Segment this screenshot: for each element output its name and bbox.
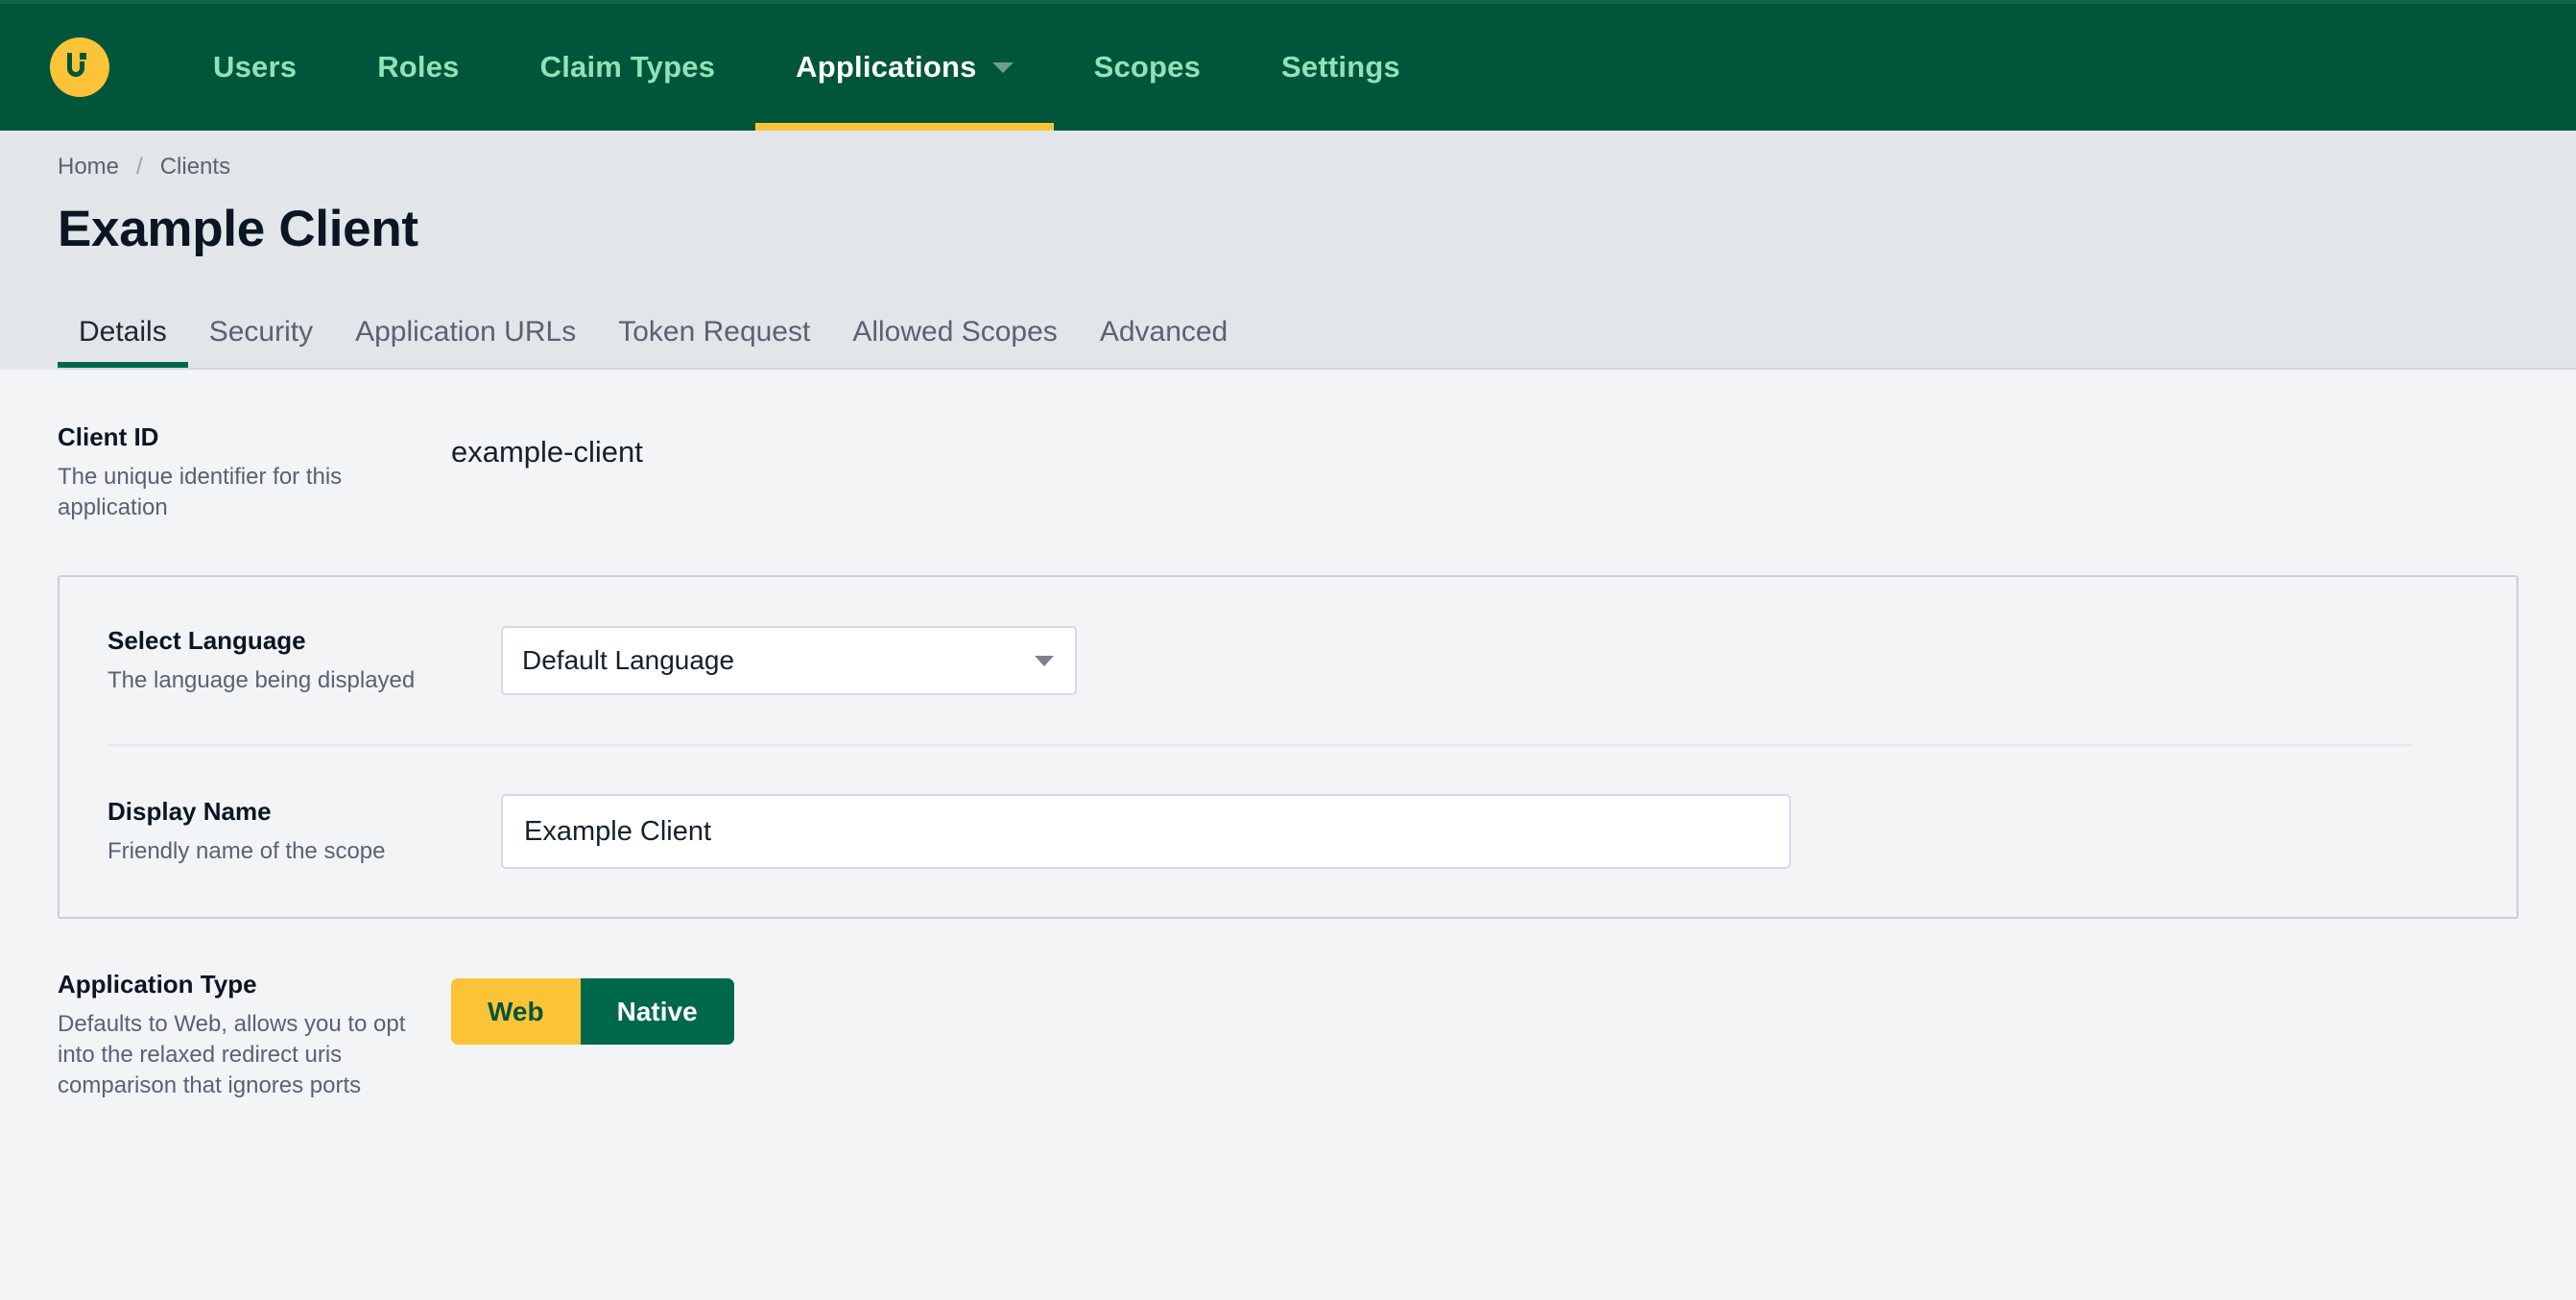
details-tab-content: Client ID The unique identifier for this…: [0, 370, 2576, 1287]
tab-advanced[interactable]: Advanced: [1079, 316, 1249, 368]
primary-nav-items: Users Roles Claim Types Applications Sco…: [173, 4, 1441, 131]
field-label: Select Language: [107, 626, 306, 656]
tab-label: Application URLs: [355, 316, 577, 348]
tab-label: Advanced: [1099, 316, 1228, 348]
breadcrumb-item-clients[interactable]: Clients: [160, 154, 230, 181]
nav-item-roles[interactable]: Roles: [337, 4, 499, 131]
field-label-column: Application Type Defaults to Web, allows…: [58, 969, 451, 1102]
field-description: The unique identifier for this applicati…: [58, 463, 343, 520]
localization-panel: Select Language The language being displ…: [58, 575, 2518, 920]
tab-token-request[interactable]: Token Request: [597, 316, 831, 368]
brand-logo[interactable]: [50, 37, 109, 97]
breadcrumb-item-home[interactable]: Home: [58, 154, 119, 181]
tab-security[interactable]: Security: [188, 316, 334, 368]
nav-item-claim-types[interactable]: Claim Types: [500, 4, 756, 131]
tab-application-urls[interactable]: Application URLs: [334, 316, 597, 368]
page-title: Example Client: [58, 201, 418, 257]
field-select-language: Select Language The language being displ…: [107, 577, 2469, 744]
brand-logo-icon: [67, 53, 86, 77]
field-label-column: Display Name Friendly name of the scope: [107, 796, 501, 867]
tab-label: Token Request: [618, 316, 811, 348]
field-client-id: Client ID The unique identifier for this…: [58, 370, 2518, 523]
display-name-input[interactable]: [501, 794, 1791, 870]
tab-label: Details: [79, 316, 167, 348]
language-select-value: Default Language: [522, 645, 735, 676]
nav-item-label: Users: [213, 50, 298, 84]
field-label-column: Select Language The language being displ…: [107, 625, 501, 696]
toggle-option-native[interactable]: Native: [580, 978, 734, 1046]
nav-item-users[interactable]: Users: [173, 4, 337, 131]
nav-item-label: Settings: [1281, 50, 1400, 84]
nav-item-scopes[interactable]: Scopes: [1054, 4, 1241, 131]
nav-item-label: Scopes: [1093, 50, 1202, 84]
field-label: Application Type: [58, 970, 257, 999]
top-navigation-bar: Users Roles Claim Types Applications Sco…: [0, 0, 2576, 131]
nav-item-label: Claim Types: [539, 50, 716, 84]
field-application-type: Application Type Defaults to Web, allows…: [58, 919, 2518, 1102]
nav-item-label: Roles: [377, 50, 460, 84]
nav-item-settings[interactable]: Settings: [1241, 4, 1441, 131]
tab-label: Allowed Scopes: [852, 316, 1058, 348]
tab-label: Security: [208, 316, 314, 348]
nav-item-applications[interactable]: Applications: [755, 4, 1054, 131]
language-select[interactable]: Default Language: [501, 626, 1077, 696]
toggle-option-label: Web: [488, 997, 544, 1027]
toggle-option-label: Native: [616, 997, 698, 1027]
field-description: Defaults to Web, allows you to opt into …: [58, 1010, 406, 1099]
field-description: The language being displayed: [107, 666, 416, 693]
breadcrumb: Home / Clients: [58, 131, 2576, 181]
tab-allowed-scopes[interactable]: Allowed Scopes: [831, 316, 1078, 368]
page-header-band: Home / Clients Example Client Details Se…: [0, 131, 2576, 370]
tab-details[interactable]: Details: [58, 316, 188, 368]
client-id-value: example-client: [451, 435, 643, 469]
chevron-down-icon: [1035, 655, 1054, 666]
chevron-down-icon: [991, 61, 1014, 73]
field-label: Display Name: [107, 797, 272, 827]
nav-item-label: Applications: [796, 50, 977, 84]
toggle-option-web[interactable]: Web: [451, 978, 581, 1046]
field-description: Friendly name of the scope: [107, 837, 386, 864]
application-type-toggle-wrapper: Web Native: [451, 969, 734, 1046]
field-display-name: Display Name Friendly name of the scope: [107, 746, 2469, 917]
field-label-column: Client ID The unique identifier for this…: [58, 421, 451, 523]
breadcrumb-separator: /: [136, 154, 143, 180]
field-label: Client ID: [58, 422, 159, 451]
application-type-toggle: Web Native: [451, 978, 734, 1046]
tab-bar: Details Security Application URLs Token …: [58, 293, 2576, 368]
